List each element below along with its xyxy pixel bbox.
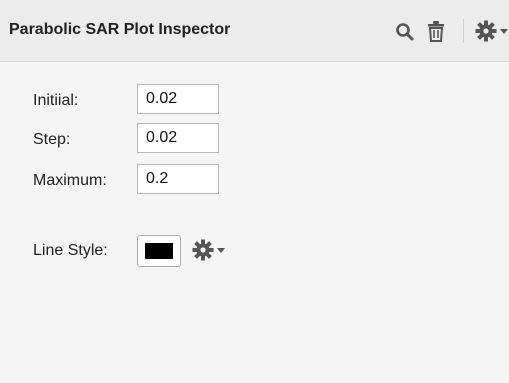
step-label: Step: (33, 131, 71, 148)
inspector-title: Parabolic SAR Plot Inspector (9, 21, 231, 38)
chevron-down-icon (217, 248, 225, 253)
plot-inspector-panel: Parabolic SAR Plot Inspector Initiial: 0… (0, 0, 509, 383)
gear-icon (475, 20, 497, 42)
line-style-menu-button[interactable] (191, 238, 227, 262)
inspector-settings-menu-button[interactable] (474, 19, 509, 43)
initial-label: Initiial: (33, 92, 79, 109)
toolbar-divider (463, 19, 464, 43)
line-color-swatch[interactable] (137, 235, 181, 267)
gear-icon (192, 239, 214, 261)
initial-field[interactable] (137, 84, 219, 114)
search-icon[interactable] (395, 22, 415, 42)
line-color-fill (145, 243, 173, 259)
maximum-label: Maximum: (33, 172, 107, 189)
inspector-titlebar: Parabolic SAR Plot Inspector (0, 0, 509, 62)
trash-icon[interactable] (427, 20, 445, 42)
step-field[interactable] (137, 123, 219, 153)
maximum-field[interactable] (137, 164, 219, 194)
chevron-down-icon (500, 29, 508, 34)
line-style-label: Line Style: (33, 242, 108, 259)
